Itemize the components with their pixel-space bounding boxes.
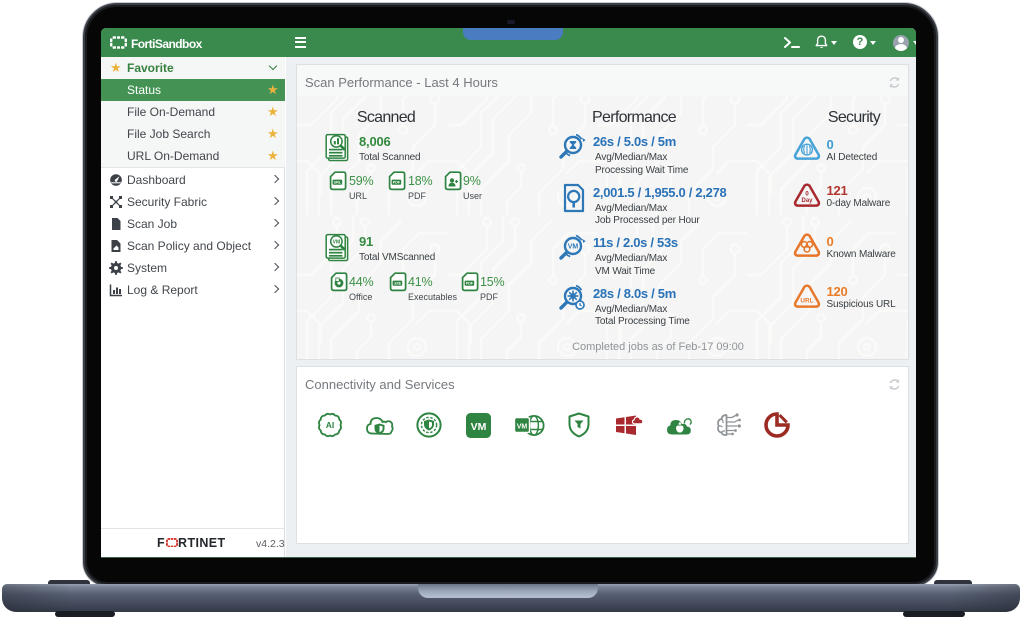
- svg-text:URL: URL: [800, 297, 813, 304]
- svg-text:VM: VM: [333, 239, 341, 245]
- svg-text:AI: AI: [326, 420, 335, 430]
- svg-text:VM: VM: [568, 244, 579, 251]
- svg-text:PDF: PDF: [466, 282, 474, 286]
- svg-text:VM: VM: [517, 424, 528, 431]
- svg-text:PDF: PDF: [393, 181, 401, 185]
- svg-text:VM: VM: [471, 421, 487, 433]
- svg-text:.EXE: .EXE: [394, 282, 401, 286]
- svg-text:URL: URL: [334, 181, 342, 185]
- svg-text:0: 0: [805, 191, 809, 197]
- svg-text:Day: Day: [801, 198, 813, 204]
